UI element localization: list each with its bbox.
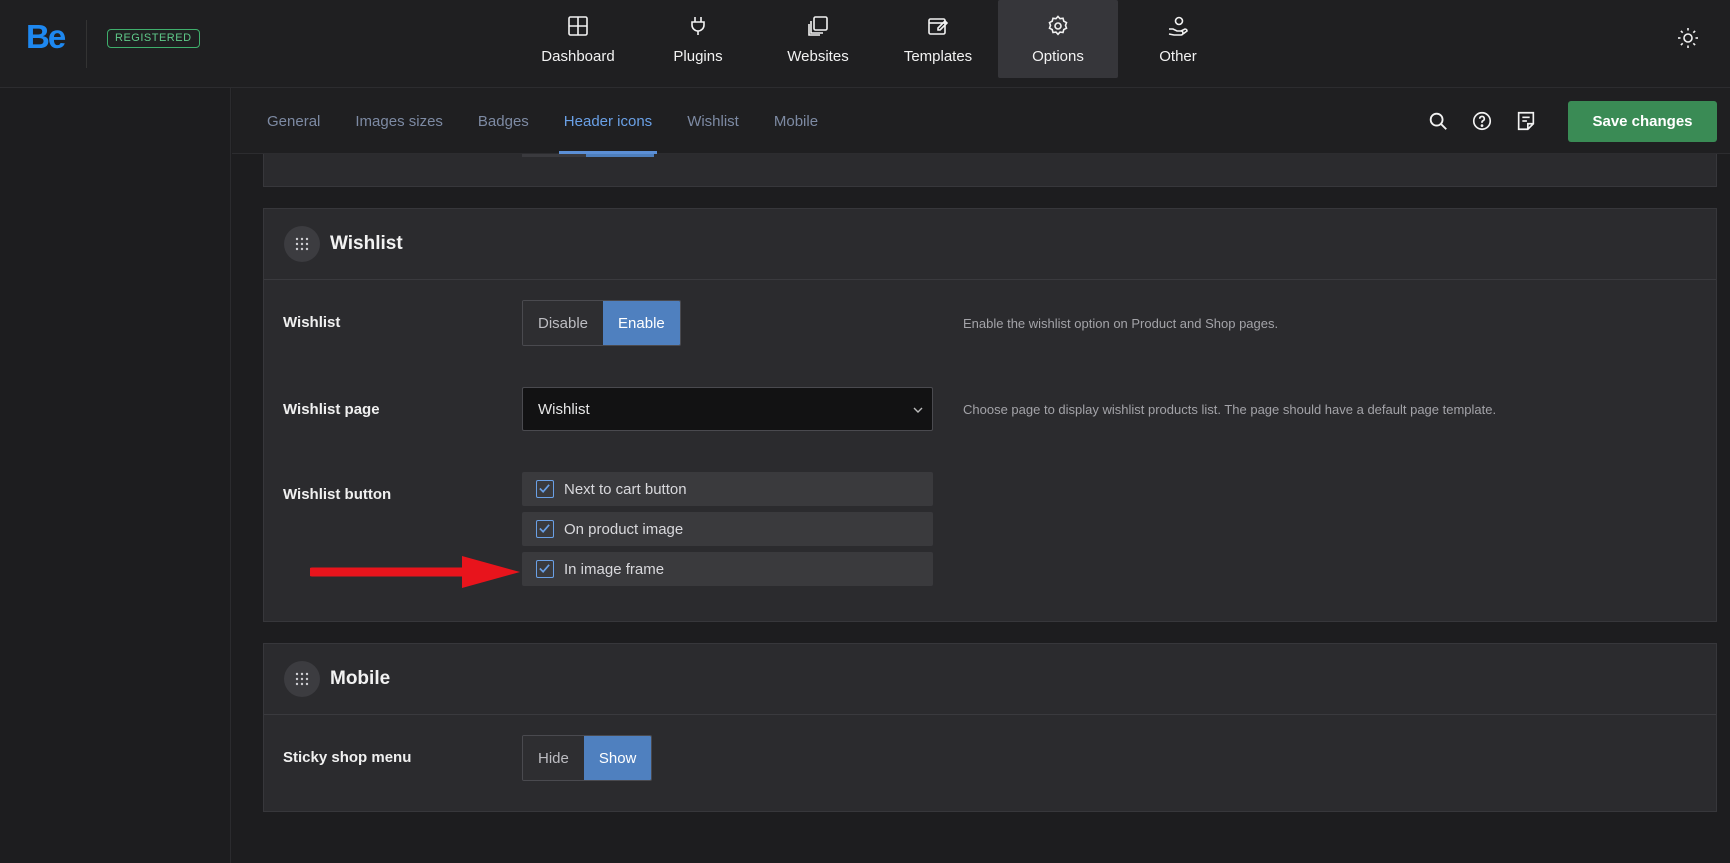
checkbox[interactable] [536,480,554,498]
dashboard-icon [568,15,588,36]
nav-websites[interactable]: Websites [758,0,878,78]
help-icon[interactable] [1471,110,1493,132]
wishlist-panel-header: Wishlist [264,209,1716,280]
brand-logo[interactable]: Be [26,18,66,56]
wishlist-page-label: Wishlist page [283,401,380,418]
registered-badge: REGISTERED [107,29,200,48]
subtab-header-icons[interactable]: Header icons [558,88,658,154]
check-icon [539,564,550,573]
check-icon [539,484,550,493]
previous-segmented-hint-active [586,154,654,157]
panel-title: Wishlist [330,233,403,254]
wishlist-disable-option[interactable]: Disable [523,301,604,345]
nav-dashboard[interactable]: Dashboard [518,0,638,78]
options-subnav: General Images sizes Badges Header icons… [232,88,1730,154]
plug-icon [691,16,705,35]
mobile-panel: Mobile Sticky shop menu Hide Show [263,643,1717,812]
nav-label: Dashboard [541,47,615,65]
subtab-images-sizes[interactable]: Images sizes [355,88,443,154]
drag-handle[interactable] [284,226,320,262]
nav-label: Websites [787,47,849,65]
nav-plugins[interactable]: Plugins [638,0,758,78]
subtab-general[interactable]: General [267,88,320,154]
notes-icon[interactable] [1515,110,1537,132]
checkbox[interactable] [536,560,554,578]
left-sidebar [0,88,231,863]
wishlist-label: Wishlist [283,314,341,331]
wishlist-enable-option[interactable]: Enable [603,301,680,345]
panel-title: Mobile [330,668,391,689]
wishlist-page-value: Wishlist [538,401,590,418]
chevron-down-icon [913,407,923,413]
wishlist-page-description: Choose page to display wishlist products… [963,402,1497,417]
search-icon[interactable] [1427,110,1449,132]
wishlist-button-label: Wishlist button [283,486,392,503]
templates-icon [928,17,949,35]
check-icon [539,524,550,533]
checkbox-next-to-cart[interactable]: Next to cart button [522,472,933,506]
nav-label: Templates [903,47,973,65]
checkbox-label: On product image [564,521,684,538]
nav-options[interactable]: Options [998,0,1118,78]
save-changes-button[interactable]: Save changes [1568,101,1717,142]
websites-icon [808,15,828,36]
subtab-wishlist[interactable]: Wishlist [687,88,739,154]
nav-label: Options [1032,47,1084,65]
wishlist-description: Enable the wishlist option on Product an… [963,316,1279,331]
grip-dots-icon [295,237,309,251]
nav-templates[interactable]: Templates [878,0,998,78]
sticky-hide-option[interactable]: Hide [523,736,584,780]
sticky-shop-menu-toggle: Hide Show [522,735,653,781]
nav-label: Plugins [673,47,723,65]
hand-user-icon [1168,16,1188,36]
theme-toggle-sun-icon[interactable] [1676,26,1700,50]
checkbox[interactable] [536,520,554,538]
wishlist-page-select[interactable]: Wishlist [522,387,933,431]
gear-icon [1048,14,1068,35]
mobile-panel-header: Mobile [264,644,1716,715]
logo-divider [86,20,87,68]
grip-dots-icon [295,672,309,686]
top-bar: Be REGISTERED Dashboard Plugins Websites… [0,0,1730,88]
annotation-arrow-icon [310,556,520,588]
checkbox-in-image-frame[interactable]: In image frame [522,552,933,586]
checkbox-label: In image frame [564,561,665,578]
checkbox-on-product-image[interactable]: On product image [522,512,933,546]
drag-handle[interactable] [284,661,320,697]
previous-panel-bottom [263,154,1717,187]
main-nav: Dashboard Plugins Websites Templates Opt… [518,0,1238,78]
sticky-shop-menu-label: Sticky shop menu [283,749,412,766]
subtab-badges[interactable]: Badges [478,88,529,154]
wishlist-toggle: Disable Enable [522,300,681,346]
checkbox-label: Next to cart button [564,481,687,498]
subtab-list: General Images sizes Badges Header icons… [267,88,853,154]
sticky-show-option[interactable]: Show [583,736,652,780]
nav-label: Other [1159,47,1197,65]
nav-other[interactable]: Other [1118,0,1238,78]
subtab-mobile[interactable]: Mobile [774,88,818,154]
